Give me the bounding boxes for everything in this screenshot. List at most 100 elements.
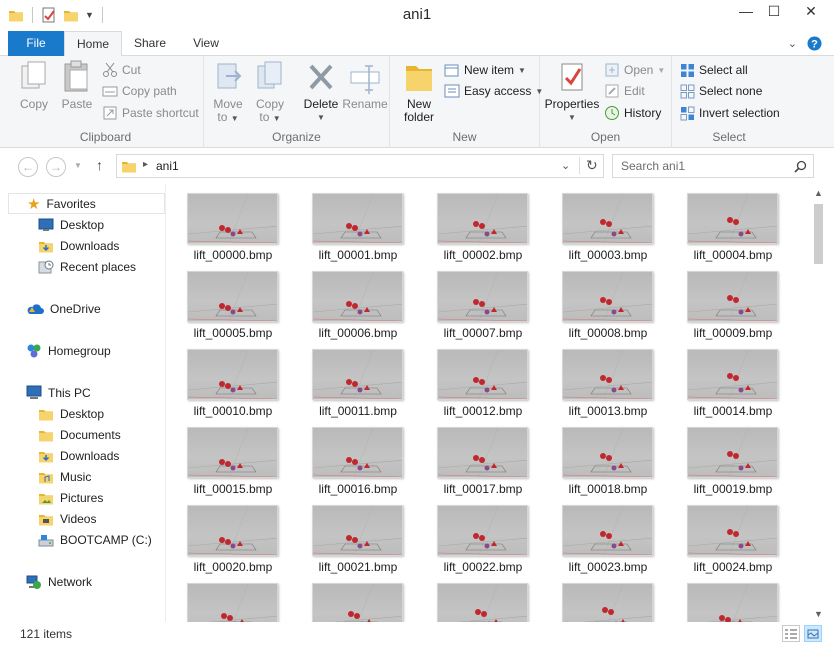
details-view-button[interactable] [782,625,800,642]
copy-path-button[interactable]: Copy path [102,81,177,101]
file-item[interactable] [541,574,653,622]
properties-button[interactable]: Properties ▼ [544,60,600,124]
file-item[interactable]: lift_00005.bmp [166,262,278,340]
select-none-button[interactable]: Select none [680,81,762,101]
copy-to-button[interactable]: Copy to ▼ [252,60,288,125]
up-arrow-icon[interactable]: ↑ [96,157,103,173]
nav-this-pc-desktop[interactable]: Desktop [38,403,104,424]
search-input[interactable] [621,159,791,173]
dropdown-arrow-icon: ▼ [272,114,281,123]
file-item[interactable]: lift_00019.bmp [666,418,778,496]
breadcrumb-item[interactable]: ani1 [156,159,179,173]
file-item[interactable]: lift_00013.bmp [541,340,653,418]
file-item[interactable]: lift_00024.bmp [666,496,778,574]
invert-selection-button[interactable]: Invert selection [680,103,780,123]
paste-button[interactable]: Paste [58,60,96,111]
file-item[interactable]: lift_00004.bmp [666,184,778,262]
help-icon[interactable]: ? [807,36,822,51]
file-item[interactable]: lift_00012.bmp [416,340,528,418]
nav-network[interactable]: Network [26,571,92,592]
edit-button[interactable]: Edit [604,81,645,101]
file-item[interactable]: lift_00017.bmp [416,418,528,496]
address-bar[interactable]: ▸ ani1 ⌄ ↻ [116,154,604,178]
file-item[interactable]: lift_00011.bmp [291,340,403,418]
file-item[interactable]: lift_00002.bmp [416,184,528,262]
rename-label: Rename [342,97,388,111]
file-item[interactable]: lift_00016.bmp [291,418,403,496]
scrollbar-thumb[interactable] [814,204,823,264]
nav-favorites-recent-places[interactable]: Recent places [38,256,136,277]
file-item[interactable]: lift_00003.bmp [541,184,653,262]
nav-this-pc-downloads[interactable]: Downloads [38,445,119,466]
file-item[interactable]: lift_00006.bmp [291,262,403,340]
select-all-button[interactable]: Select all [680,60,748,80]
recent-locations-icon[interactable]: ▼ [74,161,82,170]
tab-view[interactable]: View [180,31,232,56]
file-item[interactable]: lift_00010.bmp [166,340,278,418]
copy-icon [21,61,46,89]
file-item[interactable]: lift_00020.bmp [166,496,278,574]
nav-this-pc[interactable]: This PC [26,382,91,403]
nav-favorites[interactable]: ★ Favorites [8,193,165,214]
file-item[interactable]: lift_00022.bmp [416,496,528,574]
file-item[interactable] [166,574,278,622]
nav-favorites-downloads[interactable]: Downloads [38,235,119,256]
nav-this-pc-music[interactable]: Music [38,466,91,487]
minimize-button[interactable]: — [732,0,760,22]
new-folder-button[interactable]: New folder [396,60,442,124]
nav-onedrive[interactable]: OneDrive [26,298,101,319]
dropdown-arrow-icon: ▼ [518,65,526,75]
nav-this-pc-pictures[interactable]: Pictures [38,487,103,508]
file-item[interactable] [416,574,528,622]
open-button[interactable]: Open ▼ [604,60,665,80]
file-item[interactable]: lift_00007.bmp [416,262,528,340]
copy-button[interactable]: Copy [16,60,52,111]
file-item[interactable]: lift_00023.bmp [541,496,653,574]
breadcrumb-chevron-icon[interactable]: ▸ [143,159,148,170]
history-icon [605,106,619,120]
easy-access-button[interactable]: Easy access ▼ [444,81,543,101]
maximize-button[interactable]: ☐ [760,0,788,22]
file-item[interactable]: lift_00014.bmp [666,340,778,418]
search-box[interactable] [612,154,814,178]
cut-button[interactable]: Cut [102,60,141,80]
file-item[interactable]: lift_00000.bmp [166,184,278,262]
file-item[interactable]: lift_00021.bmp [291,496,403,574]
back-button[interactable]: ← [18,157,38,177]
folder-icon [122,162,136,173]
forward-button[interactable]: → [46,157,66,177]
file-item[interactable]: lift_00009.bmp [666,262,778,340]
file-item[interactable]: lift_00001.bmp [291,184,403,262]
file-item[interactable] [291,574,403,622]
chevron-down-icon[interactable]: ⌄ [788,37,797,50]
file-item[interactable]: lift_00008.bmp [541,262,653,340]
rename-button[interactable]: Rename [342,60,388,111]
large-icons-view-button[interactable] [804,625,822,642]
file-item[interactable]: lift_00018.bmp [541,418,653,496]
scroll-down-icon[interactable]: ▼ [810,605,827,622]
scroll-up-icon[interactable]: ▲ [810,184,827,201]
refresh-icon[interactable]: ↻ [579,157,598,174]
nav-label: Favorites [46,196,96,211]
close-button[interactable]: ✕ [788,0,834,22]
nav-favorites-desktop[interactable]: Desktop [38,214,104,235]
history-button[interactable]: History [604,103,661,123]
dropdown-arrow-icon: ▼ [657,65,666,75]
new-item-button[interactable]: New item ▼ [444,60,526,80]
file-item[interactable] [666,574,778,622]
tab-file[interactable]: File [8,31,64,56]
nav-this-pc-bootcamp[interactable]: BOOTCAMP (C:) [38,529,152,550]
nav-homegroup[interactable]: Homegroup [26,340,111,361]
paste-shortcut-button[interactable]: Paste shortcut [102,103,199,123]
vertical-scrollbar[interactable]: ▲ ▼ [810,184,827,622]
file-name: lift_00004.bmp [693,248,773,262]
delete-button[interactable]: Delete ▼ [300,60,342,124]
address-dropdown-icon[interactable]: ⌄ [561,159,570,172]
nav-this-pc-documents[interactable]: Documents [38,424,121,445]
nav-this-pc-videos[interactable]: Videos [38,508,96,529]
tab-home[interactable]: Home [64,31,122,57]
move-to-button[interactable]: Move to ▼ [210,60,246,125]
search-icon[interactable] [794,160,807,173]
tab-share[interactable]: Share [124,31,176,56]
file-item[interactable]: lift_00015.bmp [166,418,278,496]
